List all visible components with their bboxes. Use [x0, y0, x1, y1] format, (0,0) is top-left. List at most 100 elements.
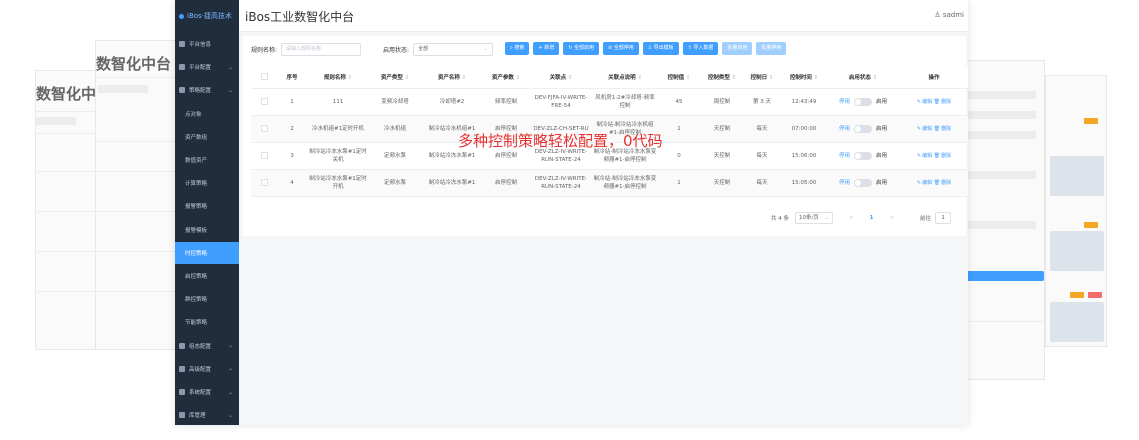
search-button[interactable]: ⌕ 搜索 — [505, 42, 530, 55]
sidebar-item[interactable]: 报警模板 — [175, 219, 239, 241]
sidebar-item[interactable]: 计算策略 — [175, 172, 239, 194]
column-header[interactable]: 序号 — [277, 66, 307, 89]
sidebar-item[interactable]: 平台信息 — [175, 33, 239, 55]
menu-icon — [179, 342, 185, 349]
cell-ctrl-type: 天控制 — [701, 169, 743, 197]
column-header[interactable]: 操作 — [899, 66, 968, 89]
sidebar-item-label: 平台配置 — [189, 65, 212, 72]
column-header[interactable]: 规则名称 ⇕ — [307, 66, 369, 89]
select-all-checkbox[interactable] — [260, 73, 268, 81]
sort-icon[interactable]: ⇕ — [566, 75, 573, 81]
cell-value: 0 — [657, 142, 701, 170]
sidebar-item[interactable]: 库管理 ⌄ — [175, 404, 239, 425]
column-header[interactable]: 控制时间 ⇕ — [781, 66, 827, 89]
edit-button[interactable]: ✎编辑 — [917, 126, 932, 132]
sidebar-item[interactable]: 策略配置 ⌄ — [175, 79, 239, 101]
disable-all-button[interactable]: ⊘ 全部停用 — [603, 42, 639, 55]
sort-icon[interactable]: ⇕ — [636, 75, 642, 81]
batch-disable-button[interactable]: 批量停用 — [756, 42, 787, 55]
goto-label: 前往 — [920, 216, 932, 222]
status-select[interactable]: 全部 ⌄ — [413, 42, 494, 56]
sidebar-item[interactable]: 点对象 — [175, 103, 239, 125]
sidebar-item[interactable]: 数值资产 — [175, 149, 239, 171]
column-header[interactable]: 资产参数 ⇕ — [483, 66, 529, 89]
rule-name-input[interactable]: 请输入规则名称 — [281, 42, 362, 56]
sidebar-item[interactable]: 时控策略 — [175, 241, 239, 264]
sort-icon[interactable]: ⇕ — [730, 75, 737, 81]
cell-ctrl-time: 15:05:00 — [781, 169, 827, 197]
column-header[interactable]: 资产类型 ⇕ — [369, 66, 421, 89]
next-page-button[interactable]: > — [889, 215, 894, 221]
column-header[interactable]: 控制值 ⇕ — [657, 66, 701, 89]
sidebar-item[interactable]: 报警策略 — [175, 195, 239, 217]
status-label: 启用状态: — [383, 46, 410, 54]
select-all-cell — [251, 66, 277, 89]
delete-button[interactable]: 🗑删除 — [934, 180, 951, 186]
sidebar-item[interactable]: 群控策略 — [175, 288, 239, 310]
edit-button[interactable]: ✎编辑 — [917, 99, 932, 105]
sidebar-item[interactable]: 平台配置 ⌄ — [175, 56, 239, 78]
sort-icon[interactable]: ⇕ — [460, 75, 467, 81]
trash-icon: 🗑 — [933, 125, 941, 132]
add-button[interactable]: + 新增 — [533, 42, 560, 55]
status-toggle[interactable] — [854, 151, 872, 160]
cell-asset-name: 制冷站冷冻水泵#1 — [421, 169, 483, 197]
sidebar-item[interactable]: 组态配置 ⌄ — [175, 335, 239, 357]
cell-actions: ✎编辑 🗑删除 — [899, 169, 968, 197]
edit-button[interactable]: ✎编辑 — [917, 153, 932, 159]
row-checkbox[interactable] — [260, 124, 268, 132]
sort-icon[interactable]: ⇕ — [767, 75, 774, 81]
sidebar-item[interactable]: 资产数组 — [175, 126, 239, 148]
sort-icon[interactable]: ⇕ — [871, 75, 878, 81]
import-data-button[interactable]: ⇧ 导入数据 — [682, 42, 719, 55]
sort-icon[interactable]: ⇕ — [812, 75, 819, 81]
cell-status: 停用 启用 — [827, 88, 899, 116]
current-page[interactable]: 1 — [870, 215, 874, 221]
batch-enable-button[interactable]: 批量启用 — [722, 42, 753, 55]
column-header[interactable]: 控制日 ⇕ — [743, 66, 781, 89]
sidebar-item[interactable]: 启控策略 — [175, 265, 239, 287]
cell-ctrl-time: 15:06:00 — [781, 142, 827, 170]
cell-no: 3 — [277, 142, 307, 170]
enable-label: 启用 — [876, 98, 888, 105]
row-checkbox[interactable] — [260, 97, 268, 105]
status-toggle[interactable] — [854, 124, 872, 133]
sidebar-item[interactable]: 节能策略 — [175, 311, 239, 333]
delete-button[interactable]: 🗑删除 — [934, 99, 951, 105]
table-row[interactable]: 4 制冷站冷冻水泵#1定时开机 定频水泵 制冷站冷冻水泵#1 启停控制 DEV-ZLZ-I… — [251, 169, 968, 197]
cell-ctrl-type: 天控制 — [701, 115, 743, 143]
edit-button[interactable]: ✎编辑 — [917, 180, 932, 186]
status-toggle[interactable] — [854, 97, 872, 106]
export-template-button[interactable]: ⇩ 导出模板 — [642, 42, 679, 55]
column-header[interactable]: 资产名称 ⇕ — [421, 66, 483, 89]
row-checkbox[interactable] — [260, 151, 268, 159]
sort-icon[interactable]: ⇕ — [684, 75, 691, 81]
cell-ctrl-day: 每天 — [743, 115, 781, 143]
user-menu[interactable]: ♙ sadmi — [934, 11, 964, 19]
sidebar-item[interactable]: 高级配置 ⌄ — [175, 358, 239, 380]
cell-point-desc: 制冷站-制冷站冷冻水泵变频器#1-启停控制 — [593, 169, 657, 197]
column-header[interactable]: 启用状态 ⇕ — [827, 66, 899, 89]
sidebar-item-label: 报警模板 — [185, 227, 208, 234]
prev-page-button[interactable]: < — [849, 215, 854, 221]
sort-icon[interactable]: ⇕ — [514, 75, 521, 81]
column-header[interactable]: 关联点 ⇕ — [529, 66, 593, 89]
column-header[interactable]: 控制类型 ⇕ — [701, 66, 743, 89]
delete-button[interactable]: 🗑删除 — [934, 153, 951, 159]
delete-button[interactable]: 🗑删除 — [934, 126, 951, 132]
goto-page-input[interactable]: 1 — [935, 212, 952, 224]
enable-all-button[interactable]: ↻ 全部启用 — [563, 42, 599, 55]
column-header[interactable]: 关联点说明 ⇕ — [593, 66, 657, 89]
page-size-select[interactable]: 10条/页 ⌄ — [795, 212, 833, 224]
cell-value: 1 — [657, 169, 701, 197]
table-row[interactable]: 1 111 变频冷却塔 冷却塔#2 频率控制 DEV-FJFA-IV-WRITE-FRE-… — [251, 88, 968, 116]
cell-rule: 111 — [307, 88, 369, 116]
disable-label: 停用 — [838, 179, 850, 186]
sort-icon[interactable]: ⇕ — [403, 75, 410, 81]
sidebar-item[interactable]: 系统配置 ⌄ — [175, 381, 239, 403]
row-checkbox[interactable] — [260, 178, 268, 186]
cell-actions: ✎编辑 🗑删除 — [899, 142, 968, 170]
sort-icon[interactable]: ⇕ — [346, 75, 353, 81]
logo-text: iBos·捷高技术 — [187, 12, 232, 20]
status-toggle[interactable] — [854, 178, 872, 187]
